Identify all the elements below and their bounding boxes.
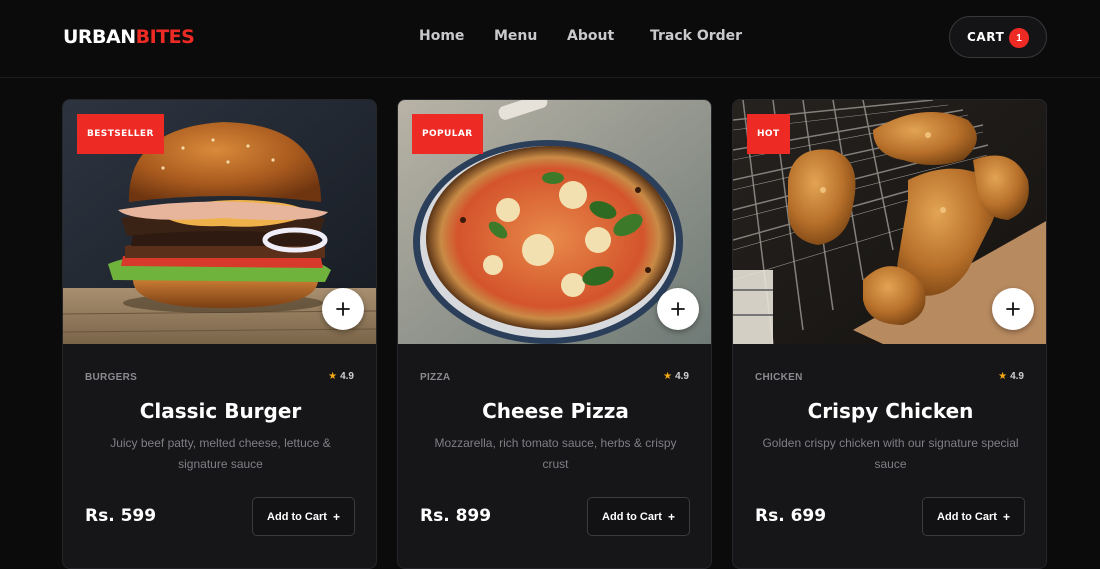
brand-logo-part2: BITES [135,26,195,48]
nav-link-about[interactable]: About [567,27,614,45]
product-price: Rs. 899 [420,506,492,526]
plus-icon [671,302,685,316]
product-category: CHICKEN [755,372,803,383]
product-card-chicken: HOT CHICKEN ★ 4.9 Crispy Chicken Golden c… [732,99,1047,569]
add-to-cart-button-chicken[interactable]: Add to Cart + [922,497,1025,536]
product-description: Mozzarella, rich tomato sauce, herbs & c… [434,436,677,471]
plus-icon [1006,302,1020,316]
product-price: Rs. 599 [85,506,157,526]
product-image-pizza[interactable]: POPULAR [398,100,711,344]
quick-add-button-burger[interactable] [322,288,364,330]
product-rating: ★ 4.9 [328,371,354,382]
rating-value: 4.9 [340,371,354,382]
nav-link-menu[interactable]: Menu [494,27,537,45]
plus-icon: + [667,509,675,524]
top-navbar: URBANBITES Home Menu About Track Order C… [0,0,1100,78]
rating-value: 4.9 [675,371,689,382]
product-category: PIZZA [420,372,451,383]
plus-icon: + [332,509,340,524]
badge-bestseller: BESTSELLER [77,114,164,154]
add-to-cart-label: Add to Cart [937,510,997,523]
product-price: Rs. 699 [755,506,827,526]
rating-value: 4.9 [1010,371,1024,382]
product-description: Juicy beef patty, melted cheese, lettuce… [110,436,331,471]
product-title: Cheese Pizza [482,399,629,423]
product-title: Classic Burger [139,399,302,423]
brand-logo-part1: URBAN [63,26,136,48]
brand-logo[interactable]: URBANBITES [63,24,195,50]
cart-label: CART [967,30,1005,44]
add-to-cart-label: Add to Cart [602,510,662,523]
product-title: Crispy Chicken [807,399,974,423]
add-to-cart-button-burger[interactable]: Add to Cart + [252,497,355,536]
add-to-cart-label: Add to Cart [267,510,327,523]
star-icon: ★ [328,371,338,382]
product-card-pizza: POPULAR PIZZA ★ 4.9 Cheese Pizza Mozzarel… [397,99,712,569]
cart-count-badge: 1 [1009,28,1029,48]
badge-popular: POPULAR [412,114,483,154]
nav-link-track-order[interactable]: Track Order [650,27,742,45]
add-to-cart-button-pizza[interactable]: Add to Cart + [587,497,690,536]
plus-icon: + [1002,509,1010,524]
quick-add-button-pizza[interactable] [657,288,699,330]
product-image-chicken[interactable]: HOT [733,100,1046,344]
product-card-burger: BESTSELLER BURGERS ★ 4.9 Classic Burger J… [62,99,377,569]
product-description: Golden crispy chicken with our signature… [762,436,1019,471]
product-category: BURGERS [85,372,138,383]
nav-link-home[interactable]: Home [419,27,464,45]
product-rating: ★ 4.9 [663,371,689,382]
plus-icon [336,302,350,316]
cart-button[interactable]: CART 1 [949,16,1047,58]
badge-hot: HOT [747,114,790,154]
product-rating: ★ 4.9 [998,371,1024,382]
star-icon: ★ [998,371,1008,382]
product-image-burger[interactable]: BESTSELLER [63,100,376,344]
quick-add-button-chicken[interactable] [992,288,1034,330]
star-icon: ★ [663,371,673,382]
